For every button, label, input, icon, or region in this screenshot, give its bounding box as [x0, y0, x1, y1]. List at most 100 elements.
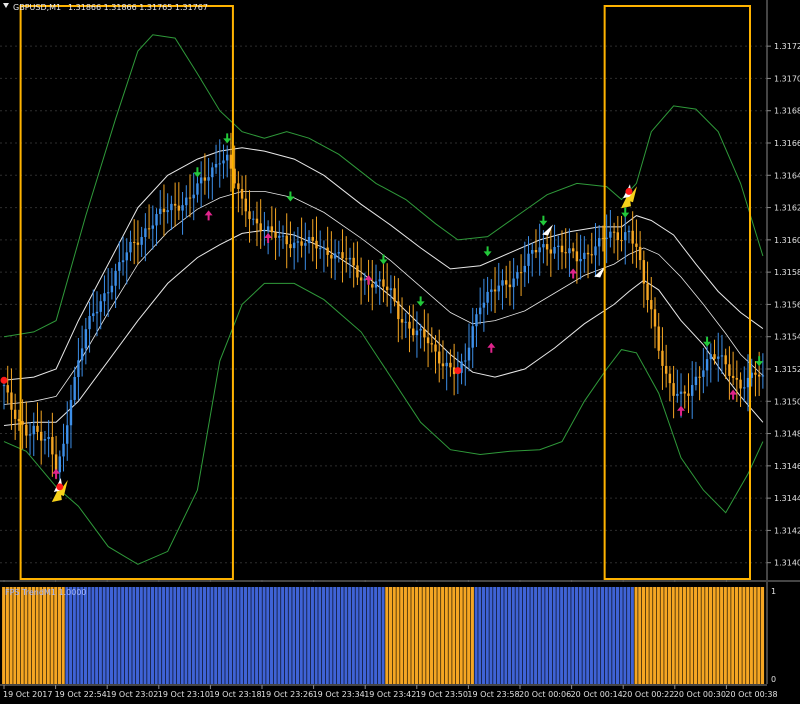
histogram-bar	[292, 587, 296, 684]
candle-body	[58, 456, 61, 473]
candle-body	[162, 208, 166, 213]
candle-body	[467, 347, 471, 361]
histogram-bar	[530, 587, 534, 684]
histogram-bar	[478, 587, 482, 684]
histogram-bar	[43, 587, 47, 684]
candle-body	[155, 214, 158, 226]
histogram-bar	[13, 587, 17, 684]
histogram-bar	[243, 587, 247, 684]
candle-body	[583, 252, 586, 259]
histogram-bar	[359, 587, 363, 684]
candle-body	[412, 328, 415, 336]
trading-chart[interactable]: 1.31725 1.31705 1.31685 1.31665 1.31645 1.316…	[0, 0, 800, 704]
histogram-bar	[46, 587, 50, 684]
histogram-bar	[9, 587, 13, 684]
histogram-bar	[95, 587, 99, 684]
histogram-bar	[210, 587, 214, 684]
histogram-bar	[608, 587, 612, 684]
histogram-bar	[295, 587, 300, 684]
candle-body	[333, 253, 337, 259]
candle-body	[43, 438, 47, 441]
candle-body	[121, 260, 125, 263]
histogram-bar	[80, 587, 84, 684]
candle-body	[315, 240, 318, 249]
candle-body	[244, 198, 247, 212]
candle-body	[278, 235, 281, 238]
candle-body	[270, 226, 274, 233]
candle-body	[10, 392, 13, 410]
candle-body	[95, 311, 99, 314]
candle-body	[571, 248, 575, 252]
candle-body	[144, 228, 147, 238]
candle-body	[218, 163, 221, 165]
price-tick-label: 1.31505	[774, 397, 800, 406]
histogram-bar	[411, 587, 415, 684]
candle-body	[482, 302, 486, 308]
candle-body	[586, 252, 590, 255]
candle-body	[423, 328, 426, 338]
candle-body	[702, 370, 705, 377]
price-tick-label: 1.31645	[774, 171, 800, 180]
histogram-bar	[630, 587, 634, 684]
histogram-bar	[109, 587, 114, 684]
candle-body	[579, 258, 582, 262]
candle-body	[519, 272, 523, 274]
candle-body	[88, 316, 91, 330]
candle-body	[731, 375, 735, 378]
histogram-bar	[333, 587, 337, 684]
histogram-bar	[28, 587, 32, 684]
candle-body	[73, 377, 76, 400]
price-tick-label: 1.31565	[774, 300, 800, 309]
candle-body	[192, 194, 195, 199]
candle-body	[486, 291, 489, 303]
histogram-bar	[106, 587, 110, 684]
candle-body	[13, 409, 17, 419]
time-tick-label: 20 Oct 00:38	[725, 690, 777, 699]
price-tick-label: 1.31725	[774, 42, 800, 51]
candle-body	[568, 248, 571, 254]
histogram-bar	[370, 587, 374, 684]
histogram-bar	[653, 587, 657, 684]
time-tick-label: 20 Oct 00:22	[622, 690, 674, 699]
histogram-bar	[415, 587, 419, 684]
price-tick-label: 1.31545	[774, 333, 800, 342]
histogram-bar	[552, 587, 556, 684]
candle-body	[147, 228, 151, 230]
candle-body	[151, 225, 154, 229]
histogram-bar	[534, 587, 538, 684]
candle-body	[62, 443, 65, 457]
histogram-bar	[355, 587, 359, 684]
candle-body	[36, 425, 39, 432]
histogram-bar	[202, 587, 207, 684]
candle-body	[683, 391, 686, 394]
candle-body	[408, 321, 411, 329]
candle-body	[32, 425, 35, 435]
candle-body	[627, 230, 631, 233]
histogram-bar	[705, 587, 709, 684]
candle-body	[728, 364, 731, 376]
fps-trend-histogram	[2, 587, 765, 684]
candle-body	[133, 241, 136, 243]
histogram-bar	[255, 587, 259, 684]
histogram-bar	[31, 587, 35, 684]
price-tick-label: 1.31605	[774, 236, 800, 245]
price-tick-label: 1.31625	[774, 204, 800, 213]
candle-body	[226, 154, 229, 161]
histogram-bar	[586, 587, 590, 684]
histogram-bar	[582, 587, 586, 684]
candle-body	[605, 237, 608, 240]
time-tick-label: 19 Oct 23:58	[467, 690, 519, 699]
histogram-bar	[76, 587, 80, 684]
candle-body	[6, 385, 9, 393]
histogram-bar	[563, 587, 567, 684]
candle-body	[199, 177, 203, 184]
candle-body	[181, 205, 184, 211]
histogram-bar	[474, 587, 478, 684]
histogram-bar	[463, 587, 467, 684]
histogram-bar	[470, 587, 474, 684]
candle-body	[311, 237, 314, 241]
histogram-bar	[251, 587, 255, 684]
candle-body	[694, 376, 698, 386]
candle-body	[478, 307, 482, 315]
histogram-bar	[515, 587, 519, 684]
